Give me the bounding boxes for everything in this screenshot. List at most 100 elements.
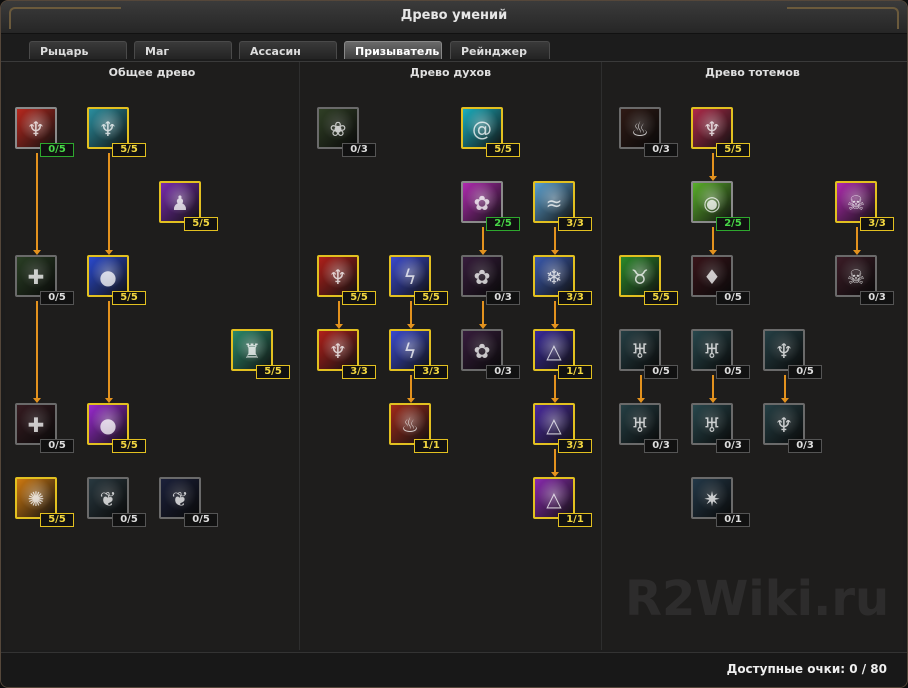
watermark: R2Wiki.ru (625, 571, 890, 627)
skull-totem-icon: ☠ (847, 191, 865, 215)
skill-level-badge: 3/3 (558, 217, 592, 231)
skill-level-badge: 5/5 (112, 291, 146, 305)
prerequisite-arrow (479, 301, 487, 329)
prerequisite-arrow (479, 227, 487, 255)
fire-claw-icon: ♨ (401, 413, 419, 437)
skill-level-badge: 0/1 (716, 513, 750, 527)
skill-level-badge: 0/3 (716, 439, 750, 453)
tab-mage[interactable]: Маг (134, 41, 232, 59)
skill-tree-window: Древо умений Рыцарь Маг Ассасин Призыват… (0, 0, 908, 688)
prerequisite-arrow (105, 153, 113, 255)
dark-mage-icon: ♟ (171, 191, 189, 215)
skill-level-badge: 0/5 (40, 291, 74, 305)
tree-totems-title: Древо тотемов (705, 66, 800, 79)
prerequisite-arrow (105, 301, 113, 403)
prerequisite-arrow (33, 301, 41, 403)
skill-level-badge: 0/5 (40, 439, 74, 453)
winged-totem-icon: ♅ (703, 413, 721, 437)
skill-level-badge: 0/5 (184, 513, 218, 527)
triad-sigil-icon: △ (546, 339, 562, 363)
prerequisite-arrow (709, 227, 717, 255)
violet-spirit-icon: ✿ (473, 265, 491, 289)
prerequisite-arrow (407, 301, 415, 329)
radiant-totem-icon: ✷ (703, 487, 721, 511)
flame-totem-icon: ♨ (631, 117, 649, 141)
tree-general-title: Общее древо (108, 66, 196, 79)
skill-level-badge: 0/3 (860, 291, 894, 305)
skill-level-badge: 0/3 (342, 143, 376, 157)
skill-level-badge: 2/5 (486, 217, 520, 231)
beast-totem-icon: ♉ (631, 265, 649, 289)
shadow-figure-icon: ♜ (243, 339, 261, 363)
tree-spirits-title: Древо духов (409, 66, 492, 79)
skill-level-badge: 1/1 (558, 365, 592, 379)
triad-sigil-icon: △ (546, 487, 562, 511)
skill-level-badge: 0/5 (644, 365, 678, 379)
prerequisite-arrow (407, 375, 415, 403)
horned-totem-icon: ♅ (631, 413, 649, 437)
skill-level-badge: 3/3 (558, 439, 592, 453)
skill-level-badge: 0/3 (486, 365, 520, 379)
skill-level-badge: 5/5 (184, 217, 218, 231)
sky-wave-icon: ≈ (545, 191, 563, 215)
wind-swirl-icon: @ (472, 117, 492, 141)
red-demon-icon: ♆ (329, 265, 347, 289)
holy-cross-icon: ✚ (27, 265, 45, 289)
red-cross-icon: ✚ (27, 413, 45, 437)
skill-level-badge: 0/5 (40, 143, 74, 157)
prerequisite-arrow (551, 227, 559, 255)
prerequisite-arrow (551, 301, 559, 329)
tab-summoner[interactable]: Призыватель (344, 41, 442, 59)
skill-level-badge: 5/5 (40, 513, 74, 527)
footer-bar: Доступные очки: 0 / 80 (1, 652, 907, 687)
prerequisite-arrow (637, 375, 645, 403)
prerequisite-arrow (709, 153, 717, 181)
skill-level-badge: 0/3 (486, 291, 520, 305)
prerequisite-arrow (853, 227, 861, 255)
lightning-tree-icon: ϟ (403, 265, 417, 289)
skill-level-badge: 5/5 (112, 143, 146, 157)
prerequisite-arrow (709, 375, 717, 403)
skill-level-badge: 3/3 (342, 365, 376, 379)
nature-spirit-icon: ❀ (329, 117, 347, 141)
skill-level-badge: 2/5 (716, 217, 750, 231)
skill-level-badge: 5/5 (486, 143, 520, 157)
tab-knight[interactable]: Рыцарь (29, 41, 127, 59)
skill-level-badge: 3/3 (860, 217, 894, 231)
tab-assassin[interactable]: Ассасин (239, 41, 337, 59)
skill-level-badge: 5/5 (414, 291, 448, 305)
spirit-figure-icon: ♆ (99, 117, 117, 141)
lightning-tree-icon: ϟ (403, 339, 417, 363)
skill-level-badge: 0/5 (112, 513, 146, 527)
red-totem-icon: ♆ (703, 117, 721, 141)
frost-figure-icon: ❄ (545, 265, 563, 289)
skill-level-badge: 5/5 (256, 365, 290, 379)
skill-level-badge: 1/1 (558, 513, 592, 527)
blue-tree-icon: ❦ (171, 487, 189, 511)
pink-totem-icon: ☠ (847, 265, 865, 289)
skill-level-badge: 3/3 (414, 365, 448, 379)
prerequisite-arrow (33, 153, 41, 255)
winged-totem-icon: ♅ (703, 339, 721, 363)
available-points: Доступные очки: 0 / 80 (726, 662, 887, 676)
skill-level-badge: 0/5 (716, 291, 750, 305)
skill-level-badge: 5/5 (644, 291, 678, 305)
triad-sigil-icon: △ (546, 413, 562, 437)
spire-totem-icon: ♆ (775, 339, 793, 363)
skill-level-badge: 5/5 (342, 291, 376, 305)
ice-tree-icon: ❦ (99, 487, 117, 511)
skill-level-badge: 0/3 (788, 439, 822, 453)
skill-level-badge: 0/5 (716, 365, 750, 379)
blood-drop-icon: ♦ (703, 265, 721, 289)
skill-level-badge: 1/1 (414, 439, 448, 453)
title-bar: Древо умений (1, 1, 907, 34)
lotus-spirit-icon: ✿ (473, 191, 491, 215)
spire-totem-icon: ♆ (775, 413, 793, 437)
fire-sigil-icon: ✺ (27, 487, 45, 511)
tab-ranger[interactable]: Рейнджер (450, 41, 550, 59)
window-title: Древо умений (400, 8, 508, 23)
demon-figure-icon: ♆ (27, 117, 45, 141)
red-demon-icon: ♆ (329, 339, 347, 363)
skill-level-badge: 0/3 (644, 143, 678, 157)
water-orbs-icon: ● (99, 265, 117, 289)
